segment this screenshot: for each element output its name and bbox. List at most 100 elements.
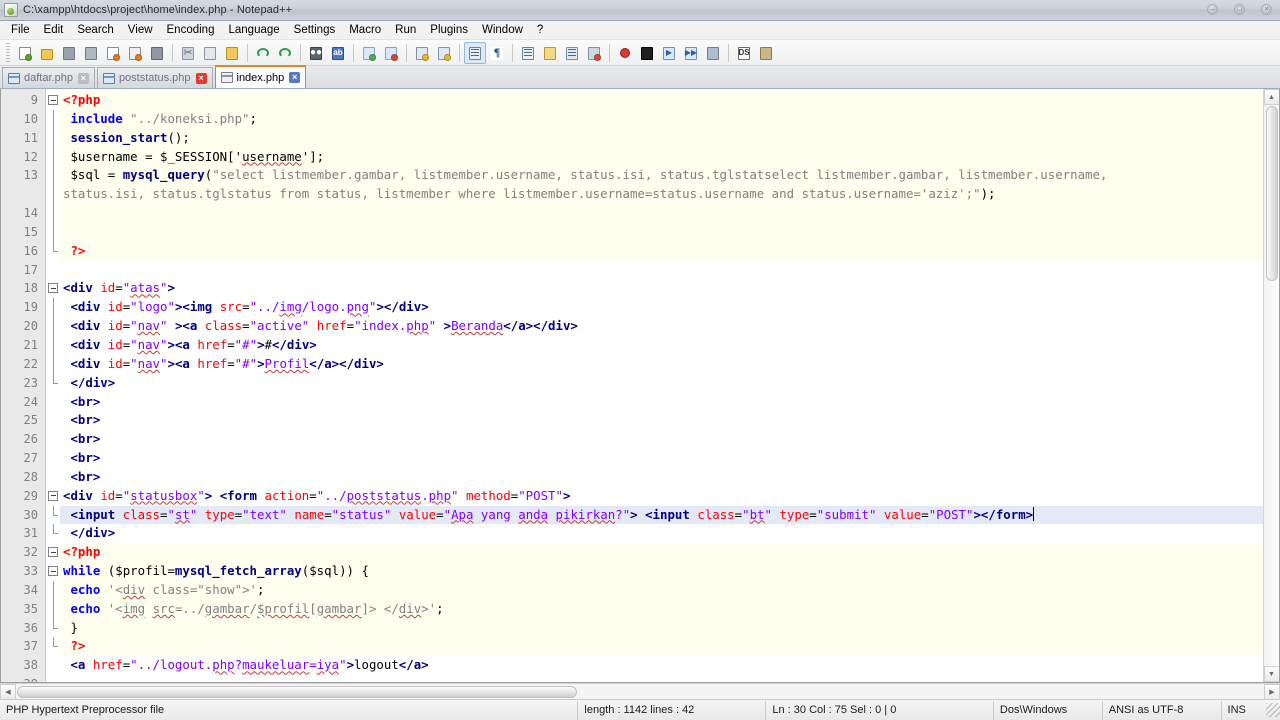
- menu-item-window[interactable]: Window: [475, 22, 530, 38]
- toolbar-grip[interactable]: [6, 42, 10, 63]
- fold-marker[interactable]: [46, 618, 60, 638]
- menu-item-encoding[interactable]: Encoding: [160, 22, 222, 38]
- fold-marker[interactable]: [46, 373, 60, 393]
- paste-button[interactable]: [221, 42, 243, 64]
- fold-marker[interactable]: [46, 487, 60, 506]
- code-line-11[interactable]: session_start();: [60, 128, 1263, 148]
- code-line-31[interactable]: </div>: [60, 524, 1263, 543]
- code-line-23[interactable]: </div>: [60, 374, 1263, 393]
- close-button[interactable]: ×: [1257, 1, 1276, 17]
- undo-button[interactable]: [252, 42, 274, 64]
- code-line-35[interactable]: echo '<img src=../gambar/$profil[gambar]…: [60, 599, 1263, 619]
- save-macro-button[interactable]: [702, 42, 724, 64]
- fold-marker[interactable]: [46, 261, 60, 280]
- open-file-button[interactable]: [36, 42, 58, 64]
- code-line-37[interactable]: ?>: [60, 637, 1263, 657]
- code-line-26[interactable]: <br>: [60, 430, 1263, 449]
- fold-marker[interactable]: [46, 562, 60, 581]
- indent-guide-button[interactable]: [517, 42, 539, 64]
- close-all-button[interactable]: [124, 42, 146, 64]
- fold-marker[interactable]: [46, 222, 60, 242]
- vertical-scroll-track[interactable]: [1264, 282, 1280, 666]
- fold-marker[interactable]: [46, 580, 60, 600]
- code-line-28[interactable]: <br>: [60, 468, 1263, 487]
- close-file-button[interactable]: [102, 42, 124, 64]
- save-button[interactable]: [58, 42, 80, 64]
- record-macro-button[interactable]: [614, 42, 636, 64]
- menu-item-language[interactable]: Language: [221, 22, 286, 38]
- cut-button[interactable]: ✂: [177, 42, 199, 64]
- menu-item-settings[interactable]: Settings: [287, 22, 343, 38]
- sync-vertical-scroll-button[interactable]: [411, 42, 433, 64]
- play-macro-button[interactable]: ▶: [658, 42, 680, 64]
- save-all-button[interactable]: [80, 42, 102, 64]
- code-line-20[interactable]: <div id="nav" ><a class="active" href="i…: [60, 317, 1263, 336]
- fold-collapse-icon[interactable]: [48, 566, 58, 577]
- horizontal-scroll-thumb[interactable]: [17, 685, 577, 698]
- fold-marker[interactable]: [46, 411, 60, 430]
- fold-marker[interactable]: [46, 354, 60, 374]
- show-doc-map-button[interactable]: [561, 42, 583, 64]
- fold-marker[interactable]: [46, 166, 60, 186]
- code-line-30[interactable]: <input class="st" type="text" name="stat…: [60, 505, 1263, 525]
- code-line-38[interactable]: <a href="../logout.php?maukeluar=iya">lo…: [60, 656, 1263, 675]
- fold-marker[interactable]: [46, 128, 60, 148]
- fold-marker[interactable]: [46, 91, 60, 110]
- sync-horizontal-scroll-button[interactable]: [433, 42, 455, 64]
- vertical-scrollbar[interactable]: ▲ ▼: [1263, 89, 1279, 682]
- fold-margin[interactable]: [46, 89, 60, 682]
- code-line-10[interactable]: include "../koneksi.php";: [60, 109, 1263, 129]
- redo-button[interactable]: [274, 42, 296, 64]
- menu-item-plugins[interactable]: Plugins: [423, 22, 475, 38]
- fold-collapse-icon[interactable]: [48, 547, 58, 558]
- tab-close-icon[interactable]: ×: [77, 72, 89, 84]
- code-line-9[interactable]: <?php: [60, 91, 1263, 110]
- horizontal-scrollbar[interactable]: ◀ ▶: [0, 683, 1280, 700]
- fold-marker[interactable]: [46, 279, 60, 298]
- menu-item-run[interactable]: Run: [388, 22, 423, 38]
- fold-marker[interactable]: [46, 543, 60, 562]
- code-line-21[interactable]: <div id="nav"><a href="#">#</div>: [60, 336, 1263, 355]
- menu-item-search[interactable]: Search: [70, 22, 120, 38]
- fold-marker[interactable]: [46, 393, 60, 412]
- code-line-17[interactable]: [60, 261, 1263, 280]
- code-line-39[interactable]: [60, 675, 1263, 682]
- menu-item-view[interactable]: View: [121, 22, 160, 38]
- word-wrap-button[interactable]: [464, 41, 486, 64]
- fold-marker[interactable]: [46, 430, 60, 449]
- print-button[interactable]: [146, 42, 168, 64]
- code-line-36[interactable]: }: [60, 618, 1263, 638]
- fold-marker[interactable]: [46, 204, 60, 223]
- user-defined-dialog-button[interactable]: [539, 42, 561, 64]
- fold-marker[interactable]: [46, 241, 60, 261]
- vertical-scroll-thumb[interactable]: [1265, 106, 1278, 281]
- code-lines[interactable]: <?php include "../koneksi.php"; session_…: [60, 89, 1263, 682]
- fold-marker[interactable]: [46, 147, 60, 167]
- code-line-24[interactable]: <br>: [60, 393, 1263, 412]
- zoom-in-button[interactable]: [358, 42, 380, 64]
- code-line-32[interactable]: <?php: [60, 543, 1263, 563]
- tab-daftar-php[interactable]: daftar.php ×: [2, 67, 95, 88]
- fold-marker[interactable]: [46, 524, 60, 543]
- scroll-left-button[interactable]: ◀: [0, 683, 16, 700]
- fold-marker[interactable]: [46, 109, 60, 129]
- show-function-list-button[interactable]: [583, 42, 605, 64]
- fold-collapse-icon[interactable]: [48, 95, 58, 105]
- code-line-12[interactable]: $username = $_SESSION['username'];: [60, 147, 1263, 167]
- scroll-right-button[interactable]: ▶: [1264, 683, 1280, 700]
- fold-marker[interactable]: [46, 637, 60, 656]
- fold-marker[interactable]: [46, 656, 60, 675]
- find-button[interactable]: ●●: [305, 42, 327, 64]
- replace-button[interactable]: ab: [327, 42, 349, 64]
- code-line-wrap[interactable]: status.isi, status.tglstatus from status…: [60, 185, 1263, 205]
- tab-close-icon[interactable]: ×: [289, 72, 301, 83]
- code-line-33[interactable]: while ($profil=mysql_fetch_array($sql)) …: [60, 562, 1263, 581]
- code-line-15[interactable]: [60, 222, 1263, 242]
- fold-marker[interactable]: [46, 505, 60, 525]
- code-line-19[interactable]: <div id="logo"><img src="../img/logo.png…: [60, 298, 1263, 317]
- maximize-button[interactable]: □: [1230, 1, 1249, 17]
- menu-item-edit[interactable]: Edit: [37, 22, 71, 38]
- document-switcher-button[interactable]: DS: [733, 42, 755, 64]
- fold-marker[interactable]: [46, 468, 60, 487]
- menu-item-macro[interactable]: Macro: [342, 22, 388, 38]
